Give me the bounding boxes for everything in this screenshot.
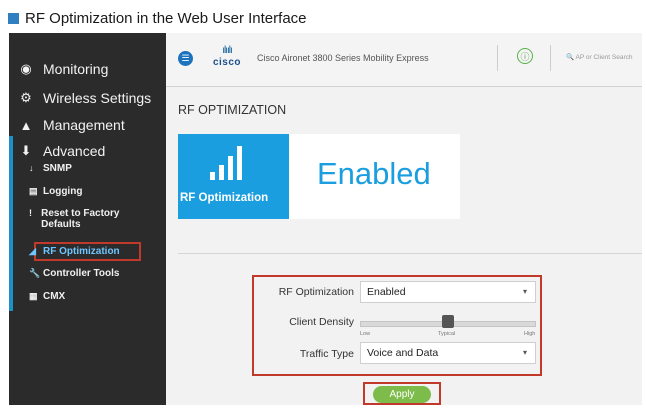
search-placeholder: AP or Client Search [575, 54, 633, 61]
sidebar-item-management[interactable]: ▲ Management [18, 117, 125, 133]
rf-settings-form: RF Optimization Enabled ▾ Client Density… [252, 275, 542, 376]
download-icon: ⬇ [20, 143, 32, 158]
section-divider [178, 253, 642, 254]
product-name: Cisco Aironet 3800 Series Mobility Expre… [257, 53, 429, 63]
caption-marker [8, 12, 19, 24]
sidebar-subitem-label: Reset to Factory Defaults [41, 208, 120, 230]
signal-bars-icon [210, 144, 242, 180]
dashboard-icon: ◉ [20, 61, 32, 76]
sidebar-item-label: Wireless Settings [43, 90, 152, 106]
sidebar-item-advanced[interactable]: ⬇ Advanced [18, 143, 106, 159]
rf-tile-label: RF Optimization [180, 192, 269, 204]
log-file-icon: ▤ [29, 186, 38, 196]
sidebar-subitem-label: Controller Tools [43, 268, 120, 279]
sidebar-active-accent [9, 136, 13, 311]
help-icon[interactable]: ⓘ [517, 48, 533, 64]
sidebar-subitem-label: RF Optimization [43, 246, 120, 257]
client-density-label: Client Density [289, 316, 354, 328]
sidebar-subitem-rf-optimization[interactable]: ◢ RF Optimization [29, 246, 120, 257]
traffic-type-select[interactable]: Voice and Data ▾ [360, 342, 536, 364]
signal-bars-icon: ◢ [29, 246, 36, 256]
density-tick-high: High [524, 331, 536, 337]
main-content: RF OPTIMIZATION RF Optimization Enabled … [166, 87, 642, 405]
rf-optimization-value: Enabled [367, 286, 406, 298]
header-divider [550, 45, 551, 71]
sidebar-subitem-label: CMX [43, 291, 66, 302]
app-window: ◉ Monitoring ⚙ Wireless Settings ▲ Manag… [9, 33, 642, 405]
chevron-down-icon: ▾ [522, 348, 527, 357]
sidebar-subitem-logging[interactable]: ▤ Logging [29, 186, 82, 197]
sidebar-subitem-snmp[interactable]: ↓ SNMP [29, 163, 72, 174]
header-divider [497, 45, 498, 71]
traffic-type-label: Traffic Type [299, 348, 354, 360]
top-header: ☰ ılıılı cisco Cisco Aironet 3800 Series… [166, 33, 642, 87]
rf-status-tile: RF Optimization Enabled [178, 134, 460, 219]
client-density-handle[interactable] [442, 315, 454, 328]
sidebar-item-label: Monitoring [43, 61, 109, 77]
cisco-bridge-icon: ılıılı [222, 45, 233, 56]
gear-icon: ⚙ [20, 90, 32, 105]
apply-button[interactable]: Apply [373, 386, 431, 403]
download-arrow-icon: ↓ [29, 163, 34, 173]
wrench-icon: 🔧 [29, 268, 41, 278]
sidebar-subitem-label: SNMP [43, 163, 72, 174]
search-input[interactable]: 🔍 AP or Client Search [566, 53, 633, 61]
sidebar-item-monitoring[interactable]: ◉ Monitoring [18, 61, 108, 77]
menu-icon[interactable]: ☰ [178, 51, 193, 66]
density-tick-low: Low [360, 331, 371, 337]
page-title: RF OPTIMIZATION [178, 103, 287, 117]
traffic-type-value: Voice and Data [367, 347, 439, 359]
rf-optimization-select[interactable]: Enabled ▾ [360, 281, 536, 303]
sidebar-subitem-reset-factory-defaults[interactable]: ! Reset to Factory Defaults [29, 208, 139, 230]
cisco-wordmark: cisco [212, 57, 242, 68]
sidebar-item-label: Advanced [43, 143, 106, 159]
sidebar-subitem-cmx[interactable]: ▦ CMX [29, 291, 65, 302]
figure-caption: RF Optimization in the Web User Interfac… [8, 8, 307, 28]
sidebar: ◉ Monitoring ⚙ Wireless Settings ▲ Manag… [9, 33, 166, 405]
sidebar-subitem-controller-tools[interactable]: 🔧 Controller Tools [29, 268, 119, 279]
sidebar-item-wireless-settings[interactable]: ⚙ Wireless Settings [18, 90, 151, 106]
caption-text: RF Optimization in the Web User Interfac… [25, 9, 307, 27]
management-icon: ▲ [19, 117, 33, 133]
chevron-down-icon: ▾ [522, 287, 527, 296]
sidebar-subitem-label: Logging [43, 186, 83, 197]
cmx-icon: ▦ [29, 291, 38, 301]
rf-status-text: Enabled [317, 156, 431, 191]
density-tick-typical: Typical [438, 331, 456, 337]
rf-optimization-label: RF Optimization [278, 286, 354, 298]
search-icon: 🔍 [566, 54, 575, 61]
cisco-logo: ılıılı cisco [206, 45, 248, 75]
exclamation-icon: ! [29, 208, 32, 218]
rf-tile-icon-panel: RF Optimization [178, 134, 289, 219]
sidebar-item-label: Management [43, 117, 125, 133]
